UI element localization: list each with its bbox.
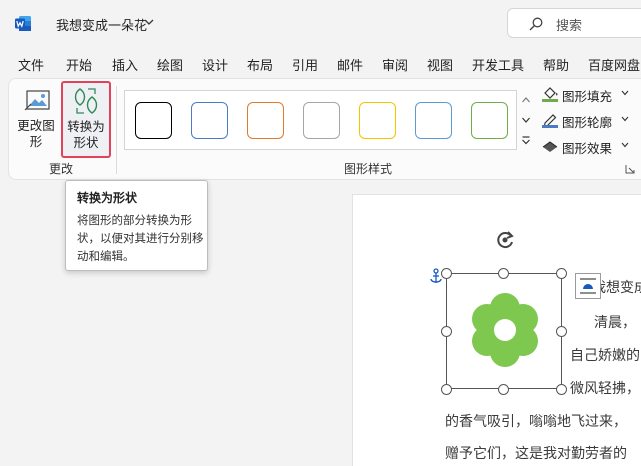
convert-to-shape-button[interactable]: 转换为形状 [61, 81, 111, 158]
document-text-line: 微风轻拂， [570, 381, 640, 397]
tooltip-title: 转换为形状 [77, 191, 138, 205]
chevron-down-icon[interactable] [143, 16, 155, 28]
style-swatch-orange[interactable] [247, 102, 284, 139]
gallery-more-button[interactable] [517, 130, 534, 150]
expand-more-icon [521, 136, 530, 145]
resize-handle-top[interactable] [498, 268, 509, 279]
resize-handle-bottom-left[interactable] [441, 384, 452, 395]
menu-draw[interactable]: 绘图 [157, 55, 183, 74]
shape-styles-gallery [124, 90, 517, 150]
group-label-change: 更改 [49, 162, 74, 176]
menu-developer[interactable]: 开发工具 [472, 55, 524, 74]
wrap-text-icon [580, 278, 596, 294]
menu-layout[interactable]: 布局 [247, 55, 273, 74]
document-text-line: 赠予它们，这是我对勤劳者的 [445, 446, 627, 462]
menu-bar: 文件 开始 插入 绘图 设计 布局 引用 邮件 审阅 视图 开发工具 帮助 百度… [0, 46, 641, 78]
style-swatch-gold[interactable] [359, 102, 396, 139]
pen-outline-icon [542, 114, 558, 128]
style-swatch-black[interactable] [135, 102, 172, 139]
dialog-launcher-icon[interactable] [625, 164, 635, 174]
menu-mailings[interactable]: 邮件 [337, 55, 363, 74]
menu-baidu-netdisk[interactable]: 百度网盘 [588, 55, 640, 74]
menu-home[interactable]: 开始 [66, 55, 92, 74]
shape-effects-button[interactable]: 图形效果 [541, 135, 641, 157]
change-shape-label: 更改图形 [17, 118, 55, 149]
chevron-down-icon [521, 117, 530, 123]
style-swatch-blue[interactable] [191, 102, 228, 139]
chevron-down-icon[interactable] [621, 142, 629, 148]
convert-to-shape-icon [74, 88, 98, 114]
change-shape-button[interactable]: 更改图形 [13, 84, 59, 156]
document-text-line: 清晨， [594, 315, 636, 331]
gallery-scroll-down-button[interactable] [517, 110, 534, 130]
word-app-icon [15, 16, 31, 31]
title-bar: 我想变成一朵花 搜索 [0, 0, 641, 46]
paint-bucket-icon [542, 87, 558, 102]
menu-references[interactable]: 引用 [292, 55, 318, 74]
resize-handle-top-right[interactable] [556, 268, 567, 279]
convert-to-shape-label: 转换为形状 [67, 119, 105, 150]
resize-handle-left[interactable] [441, 326, 452, 337]
menu-review[interactable]: 审阅 [382, 55, 408, 74]
chevron-down-icon[interactable] [621, 90, 629, 96]
rotate-handle-icon[interactable] [494, 229, 516, 251]
chevron-down-icon[interactable] [621, 116, 629, 122]
document-title[interactable]: 我想变成一朵花 [56, 15, 147, 34]
shape-effects-label: 图形效果 [562, 141, 613, 156]
search-placeholder: 搜索 [556, 19, 583, 34]
resize-handle-bottom[interactable] [498, 384, 509, 395]
tooltip-body: 将图形的部分转换为形状，以便对其进行分别移动和编辑。 [77, 213, 204, 263]
resize-handle-top-left[interactable] [441, 268, 452, 279]
shape-fill-label: 图形填充 [562, 89, 613, 104]
flower-graphic[interactable] [466, 290, 544, 370]
change-shape-icon [24, 90, 50, 111]
resize-handle-bottom-right[interactable] [556, 384, 567, 395]
menu-help[interactable]: 帮助 [543, 55, 569, 74]
shape-outline-button[interactable]: 图形轮廓 [541, 109, 641, 131]
menu-view[interactable]: 视图 [427, 55, 453, 74]
menu-file[interactable]: 文件 [18, 55, 44, 74]
document-text-line: 的香气吸引，嗡嗡地飞过来， [445, 414, 627, 430]
gallery-scroll-up-button[interactable] [517, 90, 534, 110]
search-icon [529, 17, 543, 31]
group-label-shape-styles: 图形样式 [344, 162, 393, 176]
gallery-scroll [517, 90, 534, 150]
document-text-line: 自己娇嫩的 [570, 348, 640, 364]
shape-fill-button[interactable]: 图形填充 [541, 83, 641, 105]
layout-options-icon[interactable] [575, 273, 601, 299]
menu-insert[interactable]: 插入 [112, 55, 138, 74]
group-divider [116, 86, 117, 174]
shape-outline-label: 图形轮廓 [562, 115, 613, 130]
shape-effects-icon [542, 141, 558, 152]
resize-handle-right[interactable] [556, 326, 567, 337]
convert-to-shape-tooltip: 转换为形状 将图形的部分转换为形状，以便对其进行分别移动和编辑。 [65, 180, 208, 271]
chevron-up-icon [521, 97, 530, 103]
style-swatch-green[interactable] [471, 102, 508, 139]
style-swatch-gray[interactable] [303, 102, 340, 139]
menu-design[interactable]: 设计 [202, 55, 228, 74]
style-swatch-light-blue[interactable] [415, 102, 452, 139]
search-input[interactable]: 搜索 [507, 8, 641, 38]
